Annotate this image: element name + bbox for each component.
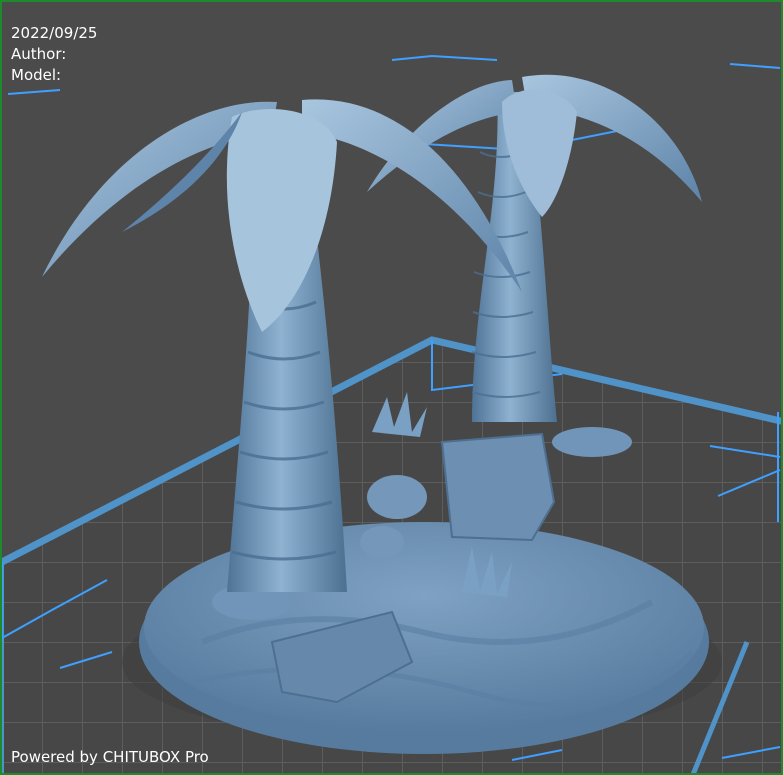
- date-label: 2022/09/25: [11, 24, 98, 42]
- powered-by-label: Powered by CHITUBOX Pro: [11, 748, 209, 766]
- viewport-3d[interactable]: 2022/09/25 Author: Model: Powered by CHI…: [0, 0, 783, 775]
- author-label: Author:: [11, 45, 67, 63]
- scene-canvas[interactable]: [2, 2, 783, 775]
- model-label: Model:: [11, 66, 62, 84]
